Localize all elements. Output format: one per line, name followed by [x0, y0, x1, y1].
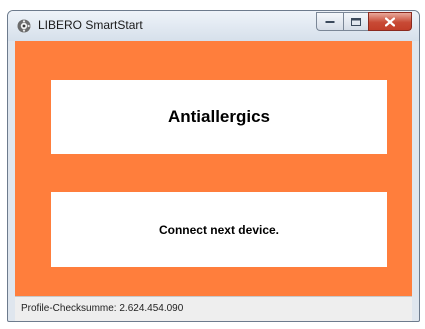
maximize-button[interactable] — [343, 12, 368, 31]
close-icon — [385, 17, 395, 26]
window-controls — [316, 12, 412, 31]
checksum-text: Profile-Checksumme: 2.624.454.090 — [21, 303, 184, 314]
title-bar[interactable]: LIBERO SmartStart — [8, 11, 419, 41]
status-message: Connect next device. — [158, 222, 280, 237]
status-bar: Profile-Checksumme: 2.624.454.090 — [15, 296, 412, 321]
window-title: LIBERO SmartStart — [38, 18, 143, 32]
maximize-icon — [351, 17, 361, 26]
profile-name-panel: Antiallergics — [51, 80, 387, 154]
close-button[interactable] — [368, 12, 412, 31]
app-window: LIBERO SmartStart Antiallergics Connect … — [7, 10, 420, 322]
main-content-area: Antiallergics Connect next device. — [15, 41, 412, 296]
message-panel: Connect next device. — [51, 192, 387, 267]
minimize-button[interactable] — [316, 12, 343, 31]
libero-app-icon[interactable] — [17, 19, 31, 33]
profile-name-label: Antiallergics — [167, 107, 271, 126]
minimize-icon — [325, 20, 335, 23]
